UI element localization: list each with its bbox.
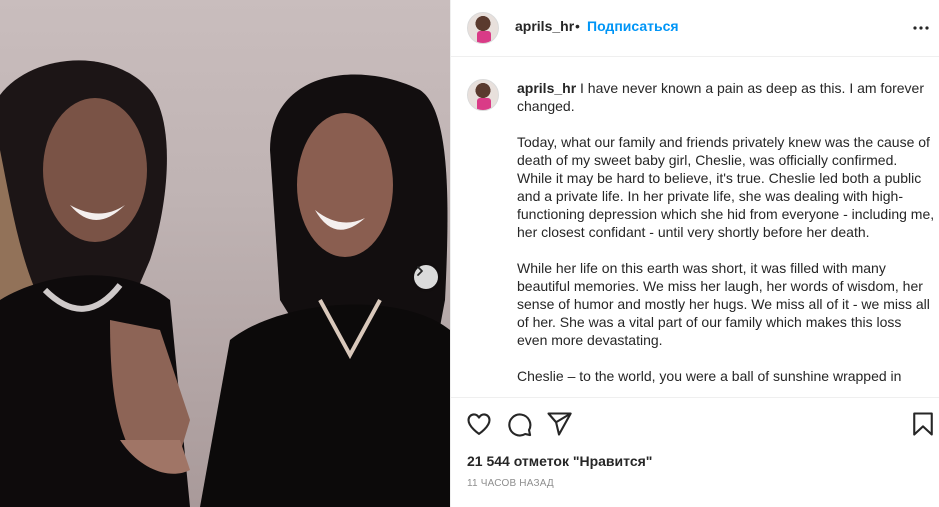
post-header: aprils_hr • Подписаться — [451, 0, 939, 57]
photo-illustration — [0, 60, 450, 507]
more-horizontal-icon[interactable] — [911, 18, 931, 38]
caption-text: I have never known a pain as deep as thi… — [517, 80, 935, 384]
post-timestamp[interactable]: 11 ЧАСОВ НАЗАД — [467, 478, 554, 489]
separator-dot: • — [575, 18, 580, 34]
header-username[interactable]: aprils_hr — [515, 18, 574, 34]
chevron-right-icon — [417, 266, 423, 276]
post-side-panel: aprils_hr • Подписаться aprils_hr I have… — [450, 0, 939, 507]
caption-username[interactable]: aprils_hr — [517, 80, 576, 96]
carousel-next-button[interactable] — [414, 265, 438, 289]
comment-icon[interactable] — [505, 410, 533, 438]
caption: aprils_hr I have never known a pain as d… — [517, 79, 935, 385]
bookmark-icon[interactable] — [909, 410, 937, 438]
paper-plane-icon[interactable] — [545, 410, 573, 438]
likes-count[interactable]: 21 544 отметок "Нравится" — [467, 453, 652, 469]
caption-avatar[interactable] — [467, 79, 499, 111]
action-bar — [451, 398, 939, 448]
follow-button[interactable]: Подписаться — [587, 18, 679, 34]
caption-area: aprils_hr I have never known a pain as d… — [451, 57, 939, 398]
avatar[interactable] — [467, 12, 499, 44]
post-photo — [0, 0, 450, 507]
heart-icon[interactable] — [465, 410, 493, 438]
